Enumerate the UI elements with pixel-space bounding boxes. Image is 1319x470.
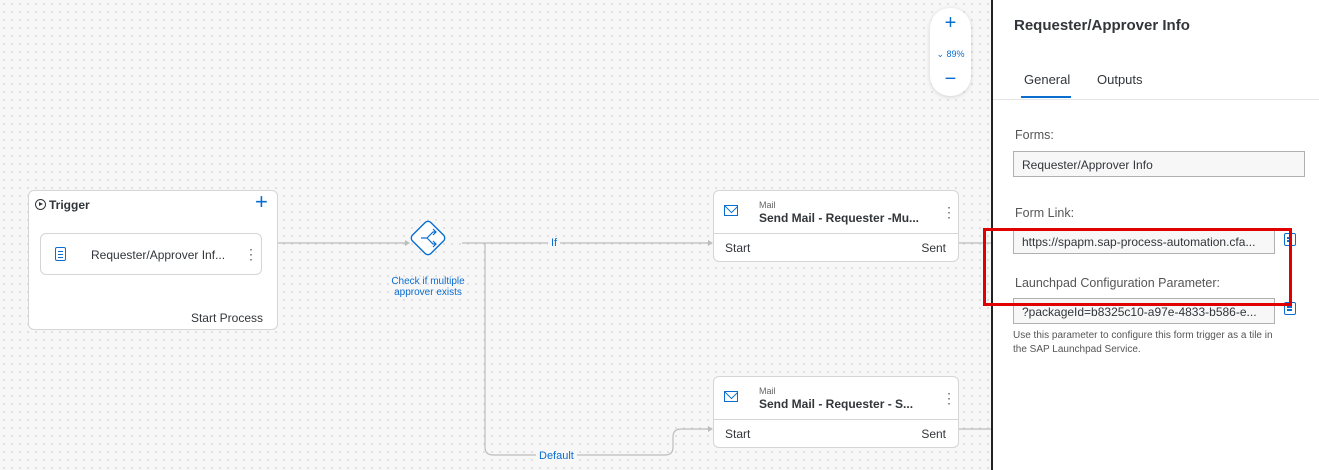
mail-type: Mail [759,386,776,396]
mail-title: Send Mail - Requester - S... [759,397,914,411]
launchpad-help-text: Use this parameter to configure this for… [1013,329,1273,357]
add-icon[interactable]: + [255,191,268,213]
mail-node-requester-mu[interactable]: Mail Send Mail - Requester -Mu... ⋮ Star… [713,190,959,262]
tab-bar-divider [993,99,1319,100]
help-line-2: the SAP Launchpad Service. [1013,344,1141,355]
gateway-diamond[interactable] [410,220,447,257]
sent-port-label: Sent [921,241,946,255]
gateway-label-line2: approver exists [394,287,462,298]
trigger-title: Trigger [49,198,90,212]
zoom-level-value: 89% [946,49,965,59]
zoom-level[interactable]: ⌄ 89% [930,49,971,60]
tab-outputs[interactable]: Outputs [1097,72,1143,87]
edge-if-label[interactable]: If [548,237,561,249]
forms-label: Forms: [1015,128,1054,142]
edge-default-label[interactable]: Default [536,450,577,462]
panel-title: Requester/Approver Info [1014,17,1190,34]
more-icon[interactable]: ⋮ [244,247,258,261]
mail-icon [724,391,738,402]
mail-title: Send Mail - Requester -Mu... [759,211,920,225]
mail-node-requester-s[interactable]: Mail Send Mail - Requester - S... ⋮ Star… [713,376,959,448]
zoom-control: + ⌄ 89% − [930,8,971,96]
trigger-icon [35,199,46,210]
gateway-label: Check if multiple approver exists [380,276,476,298]
divider [714,233,958,234]
zoom-in-button[interactable]: + [930,12,971,35]
start-port-label: Start [725,241,751,255]
form-icon [55,247,66,261]
active-tab-indicator [1021,96,1071,98]
sent-port-label: Sent [921,427,946,441]
annotation-highlight-box [983,228,1292,306]
tab-general[interactable]: General [1024,72,1070,87]
gateway-label-line1: Check if multiple [391,276,465,287]
more-icon[interactable]: ⋮ [942,391,956,405]
start-port-label: Start [725,427,751,441]
zoom-out-button[interactable]: − [930,68,971,91]
form-node-label: Requester/Approver Inf... [91,248,226,262]
mail-icon [724,205,738,216]
start-process-label: Start Process [190,311,263,325]
trigger-card[interactable]: Trigger + Requester/Approver Inf... ⋮ St… [28,190,278,330]
mail-type: Mail [759,200,776,210]
chevron-down-icon: ⌄ [936,49,944,59]
forms-field[interactable]: Requester/Approver Info [1013,151,1305,177]
form-link-label: Form Link: [1015,206,1075,220]
form-node[interactable]: Requester/Approver Inf... ⋮ [40,233,262,275]
process-canvas[interactable]: + ⌄ 89% − Trigger + Requester/Approver I… [0,0,992,470]
more-icon[interactable]: ⋮ [942,205,956,219]
divider [714,419,958,420]
help-line-1: Use this parameter to configure this for… [1013,330,1273,341]
